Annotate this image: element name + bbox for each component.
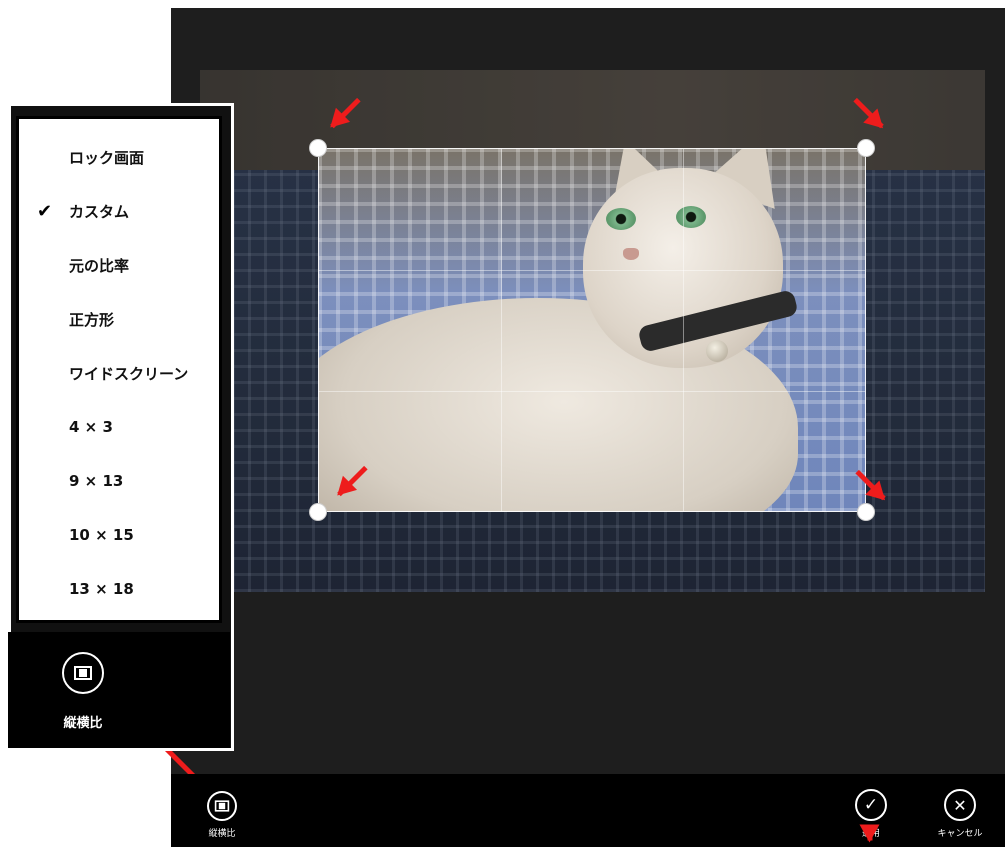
menu-item-label: 9 × 13 <box>69 472 124 490</box>
menu-item-label: ロック画面 <box>69 148 145 167</box>
menu-item-label: 元の比率 <box>69 256 130 275</box>
aspect-ratio-toggle-area: 縦横比 <box>8 632 230 748</box>
crop-handle-top-right[interactable] <box>857 139 875 157</box>
aspect-ratio-toggle-label: 縦横比 <box>63 716 103 731</box>
menu-item-4x3[interactable]: 4 × 3 <box>19 407 219 447</box>
menu-item-13x18[interactable]: 13 × 18 <box>19 569 219 609</box>
menu-item-label: ワイドスクリーン <box>69 364 189 383</box>
crop-grid-line <box>501 149 502 511</box>
aspect-ratio-icon <box>74 666 92 680</box>
app-bar-aspect-label: 縦横比 <box>208 829 236 839</box>
menu-item-9x13[interactable]: 9 × 13 <box>19 461 219 501</box>
apply-button[interactable]: ✓ <box>855 789 887 821</box>
checkmark-icon: ✔ <box>37 200 53 222</box>
crop-handle-bottom-right[interactable] <box>857 503 875 521</box>
crop-grid-line <box>319 391 865 392</box>
close-icon: ✕ <box>953 795 967 815</box>
check-icon: ✓ <box>863 795 879 815</box>
app-bar: 縦横比 ✓ 適用 ✕ キャンセル <box>171 774 1005 847</box>
crop-grid-line <box>683 149 684 511</box>
menu-item-original[interactable]: 元の比率 <box>19 245 219 285</box>
aspect-ratio-menu: ロック画面 ✔ カスタム 元の比率 正方形 ワイドスクリーン 4 × 3 9 ×… <box>16 116 222 623</box>
menu-item-label: 正方形 <box>69 310 115 329</box>
crop-handle-top-left[interactable] <box>309 139 327 157</box>
menu-item-square[interactable]: 正方形 <box>19 299 219 339</box>
aspect-ratio-toggle-button[interactable] <box>62 652 104 694</box>
crop-grid-line <box>319 270 865 271</box>
crop-frame[interactable] <box>318 148 866 512</box>
aspect-ratio-icon <box>214 800 230 812</box>
menu-item-label: 4 × 3 <box>69 418 113 436</box>
menu-item-custom[interactable]: ✔ カスタム <box>19 191 219 231</box>
annotation-arrow <box>867 826 873 841</box>
crop-handle-bottom-left[interactable] <box>309 503 327 521</box>
menu-item-lock-screen[interactable]: ロック画面 <box>19 137 219 177</box>
menu-item-label: 10 × 15 <box>69 526 134 544</box>
app-bar-aspect-button[interactable] <box>207 791 237 821</box>
cancel-label: キャンセル <box>937 829 983 839</box>
menu-item-widescreen[interactable]: ワイドスクリーン <box>19 353 219 393</box>
menu-item-label: 13 × 18 <box>69 580 134 598</box>
cancel-button[interactable]: ✕ <box>944 789 976 821</box>
menu-item-10x15[interactable]: 10 × 15 <box>19 515 219 555</box>
menu-item-label: カスタム <box>69 202 130 221</box>
